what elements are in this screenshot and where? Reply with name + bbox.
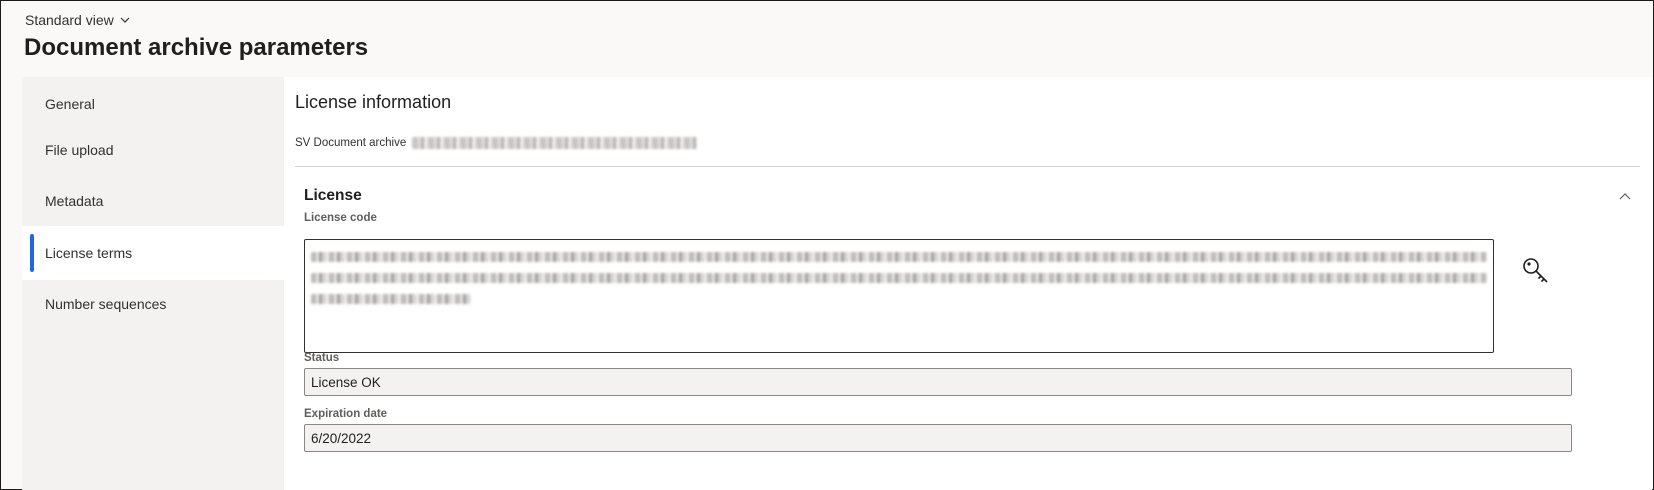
- sidebar-item-label: Number sequences: [45, 296, 167, 312]
- redacted-license-text: [311, 294, 471, 304]
- redacted-license-text: [311, 273, 1487, 283]
- expiration-date-value: 6/20/2022: [311, 430, 372, 446]
- sidebar-item-file-upload[interactable]: File upload: [22, 123, 284, 177]
- status-field[interactable]: License OK: [304, 368, 1572, 396]
- chevron-down-icon: [120, 17, 130, 23]
- sidebar-item-label: License terms: [45, 245, 133, 261]
- chevron-up-icon[interactable]: [1618, 189, 1632, 203]
- sidebar-item-label: Metadata: [45, 193, 104, 209]
- expiration-date-label: Expiration date: [304, 408, 388, 420]
- status-value: License OK: [311, 374, 381, 390]
- divider: [295, 166, 1640, 167]
- license-fasttab-header[interactable]: License: [304, 181, 1640, 211]
- sidebar-item-metadata[interactable]: Metadata: [22, 174, 284, 228]
- redacted-license-text: [311, 252, 1487, 262]
- sidebar: General File upload Metadata License ter…: [22, 77, 284, 490]
- sidebar-item-label: General: [45, 96, 95, 112]
- product-info: SV Document archive: [295, 137, 698, 149]
- product-label: SV Document archive: [295, 137, 407, 149]
- license-code-label: License code: [304, 212, 377, 224]
- license-code-input[interactable]: [304, 239, 1494, 353]
- redacted-license-id: [412, 137, 698, 149]
- view-selector[interactable]: Standard view: [25, 12, 130, 28]
- sidebar-item-label: File upload: [45, 142, 114, 158]
- section-title: License information: [295, 92, 452, 112]
- expiration-date-field[interactable]: 6/20/2022: [304, 424, 1572, 452]
- sidebar-item-license-terms[interactable]: License terms: [22, 226, 284, 280]
- status-label: Status: [304, 352, 340, 364]
- sidebar-item-number-sequences[interactable]: Number sequences: [22, 277, 284, 331]
- main-content: License information SV Document archive …: [284, 77, 1652, 490]
- page-title: Document archive parameters: [24, 34, 369, 61]
- key-icon[interactable]: [1520, 255, 1552, 287]
- view-selector-label: Standard view: [25, 12, 114, 28]
- fasttab-title: License: [304, 187, 362, 204]
